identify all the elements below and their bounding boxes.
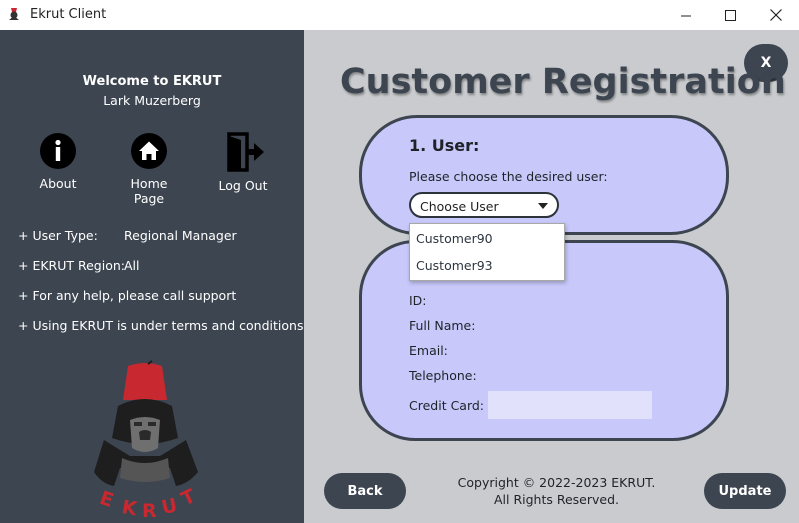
- close-window-button[interactable]: [753, 0, 799, 30]
- back-button[interactable]: Back: [324, 473, 406, 509]
- user-section-card: 1. User: Please choose the desired user:…: [359, 115, 729, 235]
- svg-text:T: T: [178, 485, 199, 510]
- chevron-down-icon: [538, 203, 548, 209]
- credit-card-input[interactable]: [488, 391, 652, 419]
- choose-user-select[interactable]: Choose User: [409, 192, 559, 218]
- user-type-value: Regional Manager: [124, 228, 237, 243]
- maximize-button[interactable]: [707, 0, 753, 30]
- dropdown-option-customer93[interactable]: Customer93: [416, 258, 493, 273]
- nav-about-label: About: [39, 176, 77, 191]
- ekrut-gorilla-logo: E K R U T: [94, 360, 199, 518]
- maximize-icon: [724, 9, 736, 21]
- id-label: ID:: [409, 293, 427, 308]
- update-button[interactable]: Update: [704, 473, 786, 509]
- minimize-button[interactable]: [663, 0, 709, 30]
- window-title: Ekrut Client: [30, 7, 107, 22]
- credit-card-label: Credit Card:: [409, 398, 485, 413]
- region-label: + EKRUT Region:: [18, 258, 125, 273]
- title-bar: Ekrut Client: [0, 0, 799, 30]
- telephone-label: Telephone:: [409, 368, 477, 383]
- user-dropdown-list: Customer90 Customer93: [409, 223, 565, 281]
- page-title: Customer Registration: [340, 62, 786, 102]
- nav-log-out[interactable]: Log Out: [216, 132, 270, 193]
- user-type-label: + User Type:: [18, 228, 98, 243]
- nav-about[interactable]: About: [30, 132, 86, 191]
- user-section-prompt: Please choose the desired user:: [409, 169, 608, 184]
- nav-home-page-label: Home Page: [130, 176, 168, 206]
- choose-user-select-value: Choose User: [420, 199, 499, 214]
- user-name: Lark Muzerberg: [103, 93, 201, 108]
- welcome-heading: Welcome to EKRUT: [82, 74, 222, 89]
- info-icon: [40, 133, 76, 169]
- nav-log-out-label: Log Out: [218, 178, 268, 193]
- region-value: All: [124, 258, 140, 273]
- svg-text:R: R: [142, 500, 157, 518]
- full-name-label: Full Name:: [409, 318, 476, 333]
- logout-icon: [227, 132, 264, 172]
- home-icon: [131, 133, 167, 169]
- copyright-line-2: All Rights Reserved.: [493, 492, 620, 507]
- svg-text:E: E: [97, 487, 117, 512]
- copyright-line-1: Copyright © 2022-2023 EKRUT.: [457, 475, 656, 490]
- app-logo-icon: [9, 8, 19, 20]
- copyright-text: Copyright © 2022-2023 EKRUT. All Rights …: [454, 474, 659, 508]
- dropdown-option-customer90[interactable]: Customer90: [416, 231, 493, 246]
- user-section-title: 1. User:: [409, 136, 480, 155]
- svg-text:U: U: [160, 494, 180, 518]
- close-icon: [770, 9, 782, 21]
- terms-text: + Using EKRUT is under terms and conditi…: [18, 318, 304, 333]
- support-text: + For any help, please call support: [18, 288, 237, 303]
- sidebar: Welcome to EKRUT Lark Muzerberg About Ho…: [0, 30, 304, 523]
- email-label: Email:: [409, 343, 448, 358]
- svg-text:K: K: [120, 496, 140, 518]
- nav-home-page[interactable]: Home Page: [114, 132, 184, 206]
- minimize-icon: [680, 15, 691, 16]
